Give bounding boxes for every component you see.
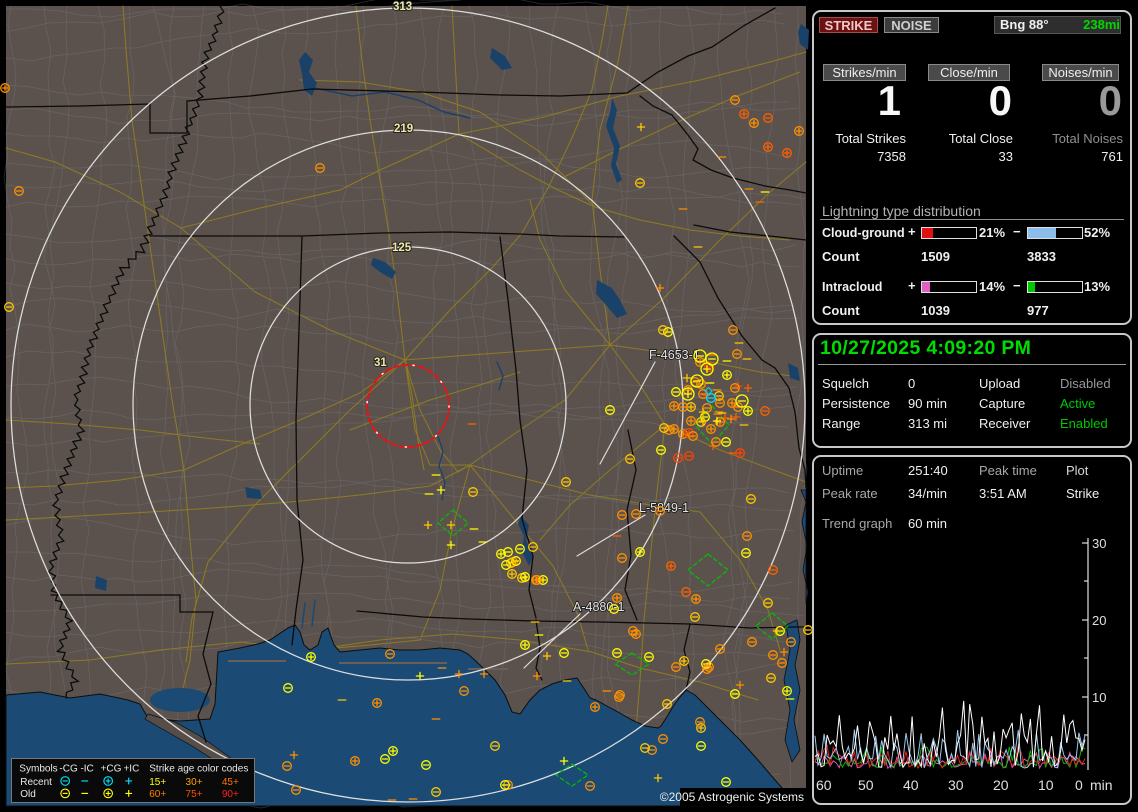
svg-text:+CG: +CG: [101, 763, 122, 774]
svg-text:Symbols: Symbols: [19, 763, 57, 774]
svg-text:Strike age color codes: Strike age color codes: [149, 763, 248, 774]
svg-text:F-4653-1: F-4653-1: [649, 348, 700, 362]
svg-text:60+: 60+: [149, 789, 166, 800]
svg-text:219: 219: [394, 123, 413, 135]
svg-text:45+: 45+: [222, 777, 239, 788]
svg-text:125: 125: [392, 242, 412, 254]
svg-text:-IC: -IC: [80, 763, 93, 774]
svg-text:+IC: +IC: [123, 763, 139, 774]
svg-text:75+: 75+: [186, 789, 203, 800]
svg-text:30+: 30+: [186, 777, 203, 788]
svg-text:31: 31: [374, 357, 387, 369]
svg-text:-CG: -CG: [59, 763, 78, 774]
svg-text:Recent: Recent: [20, 777, 52, 788]
svg-text:15+: 15+: [149, 777, 166, 788]
svg-text:Old: Old: [20, 789, 36, 800]
svg-text:313: 313: [393, 1, 412, 13]
svg-text:90+: 90+: [222, 789, 239, 800]
